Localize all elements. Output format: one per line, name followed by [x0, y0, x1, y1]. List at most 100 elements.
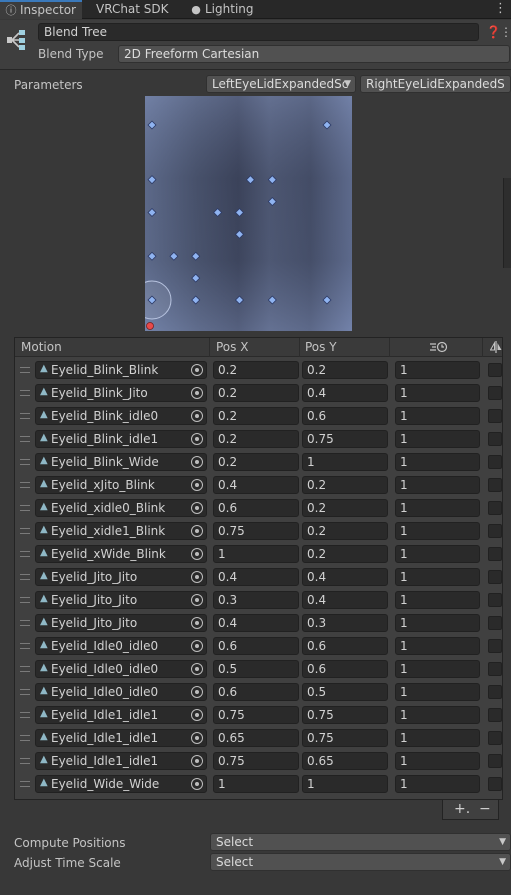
motion-field[interactable]: ▲ Eyelid_xJito_Blink	[35, 476, 207, 494]
object-picker-icon[interactable]	[191, 364, 203, 376]
drag-handle-icon[interactable]	[20, 482, 30, 488]
object-picker-icon[interactable]	[191, 778, 203, 790]
pos-x-field[interactable]: 0.4	[213, 614, 299, 632]
object-picker-icon[interactable]	[191, 663, 203, 675]
current-parameter-marker[interactable]	[146, 322, 154, 330]
pos-y-field[interactable]: 0.4	[302, 568, 388, 586]
time-scale-field[interactable]: 1	[395, 522, 480, 540]
object-picker-icon[interactable]	[191, 525, 203, 537]
pos-y-field[interactable]: 0.2	[302, 361, 388, 379]
remove-button[interactable]: −	[479, 800, 491, 818]
motion-field[interactable]: ▲ Eyelid_Wide_Wide	[35, 775, 207, 793]
object-picker-icon[interactable]	[191, 410, 203, 422]
object-picker-icon[interactable]	[191, 709, 203, 721]
object-picker-icon[interactable]	[191, 456, 203, 468]
object-picker-icon[interactable]	[191, 640, 203, 652]
motion-field[interactable]: ▲ Eyelid_Idle1_idle1	[35, 706, 207, 724]
pos-x-field[interactable]: 0.6	[213, 637, 299, 655]
blend-graph[interactable]	[145, 96, 352, 331]
drag-handle-icon[interactable]	[20, 459, 30, 465]
tab-vrchat-sdk[interactable]: VRChat SDK	[90, 0, 180, 19]
motion-field[interactable]: ▲ Eyelid_Blink_idle1	[35, 430, 207, 448]
motion-field[interactable]: ▲ Eyelid_Blink_idle0	[35, 407, 207, 425]
object-picker-icon[interactable]	[191, 732, 203, 744]
pos-y-field[interactable]: 1	[302, 775, 388, 793]
blend-type-dropdown[interactable]: 2D Freeform Cartesian	[118, 45, 510, 63]
mirror-checkbox[interactable]	[488, 363, 502, 377]
motion-field[interactable]: ▲ Eyelid_Jito_Jito	[35, 568, 207, 586]
object-picker-icon[interactable]	[191, 617, 203, 629]
mirror-checkbox[interactable]	[488, 639, 502, 653]
pos-y-field[interactable]: 0.75	[302, 430, 388, 448]
mirror-checkbox[interactable]	[488, 570, 502, 584]
drag-handle-icon[interactable]	[20, 436, 30, 442]
mirror-checkbox[interactable]	[488, 455, 502, 469]
motion-field[interactable]: ▲ Eyelid_Idle1_idle1	[35, 729, 207, 747]
motion-field[interactable]: ▲ Eyelid_Idle0_idle0	[35, 637, 207, 655]
time-scale-field[interactable]: 1	[395, 361, 480, 379]
pos-y-field[interactable]: 0.6	[302, 407, 388, 425]
drag-handle-icon[interactable]	[20, 367, 30, 373]
time-scale-field[interactable]: 1	[395, 568, 480, 586]
help-icon[interactable]: ❓	[486, 24, 501, 40]
pos-y-field[interactable]: 0.5	[302, 683, 388, 701]
pos-x-field[interactable]: 0.6	[213, 683, 299, 701]
motion-field[interactable]: ▲ Eyelid_Blink_Jito	[35, 384, 207, 402]
pos-x-field[interactable]: 0.65	[213, 729, 299, 747]
time-scale-field[interactable]: 1	[395, 729, 480, 747]
mirror-checkbox[interactable]	[488, 777, 502, 791]
motion-field[interactable]: ▲ Eyelid_Idle0_idle0	[35, 660, 207, 678]
motion-field[interactable]: ▲ Eyelid_xidle0_Blink	[35, 499, 207, 517]
add-button[interactable]: +.	[454, 800, 470, 818]
motion-field[interactable]: ▲ Eyelid_Idle1_idle1	[35, 752, 207, 770]
drag-handle-icon[interactable]	[20, 390, 30, 396]
object-picker-icon[interactable]	[191, 502, 203, 514]
motion-field[interactable]: ▲ Eyelid_Blink_Blink	[35, 361, 207, 379]
pos-x-field[interactable]: 1	[213, 545, 299, 563]
pos-x-field[interactable]: 0.2	[213, 384, 299, 402]
motion-field[interactable]: ▲ Eyelid_xWide_Blink	[35, 545, 207, 563]
pos-y-field[interactable]: 0.2	[302, 499, 388, 517]
pos-x-field[interactable]: 0.75	[213, 752, 299, 770]
adjust-time-scale-dropdown[interactable]: Select ▼	[210, 853, 511, 871]
y-parameter-dropdown[interactable]: RightEyeLidExpandedS	[360, 75, 511, 93]
mirror-checkbox[interactable]	[488, 432, 502, 446]
more-icon[interactable]: ⋮	[500, 24, 511, 40]
mirror-checkbox[interactable]	[488, 593, 502, 607]
time-scale-field[interactable]: 1	[395, 660, 480, 678]
mirror-checkbox[interactable]	[488, 386, 502, 400]
pos-y-field[interactable]: 0.6	[302, 637, 388, 655]
compute-positions-dropdown[interactable]: Select ▼	[210, 833, 511, 851]
pos-y-field[interactable]: 0.6	[302, 660, 388, 678]
drag-handle-icon[interactable]	[20, 528, 30, 534]
pos-x-field[interactable]: 0.2	[213, 361, 299, 379]
pos-y-field[interactable]: 0.4	[302, 384, 388, 402]
time-scale-field[interactable]: 1	[395, 476, 480, 494]
x-parameter-dropdown[interactable]: LeftEyeLidExpandedSc ▼	[206, 75, 356, 93]
more-options-icon[interactable]: ⋮	[494, 0, 507, 18]
time-scale-field[interactable]: 1	[395, 775, 480, 793]
pos-x-field[interactable]: 0.6	[213, 499, 299, 517]
mirror-checkbox[interactable]	[488, 731, 502, 745]
mirror-checkbox[interactable]	[488, 708, 502, 722]
object-picker-icon[interactable]	[191, 548, 203, 560]
time-scale-field[interactable]: 1	[395, 384, 480, 402]
time-scale-field[interactable]: 1	[395, 430, 480, 448]
mirror-checkbox[interactable]	[488, 754, 502, 768]
mirror-checkbox[interactable]	[488, 501, 502, 515]
pos-x-field[interactable]: 0.4	[213, 476, 299, 494]
pos-y-field[interactable]: 0.2	[302, 476, 388, 494]
pos-x-field[interactable]: 0.3	[213, 591, 299, 609]
motion-field[interactable]: ▲ Eyelid_Idle0_idle0	[35, 683, 207, 701]
pos-x-field[interactable]: 0.75	[213, 706, 299, 724]
object-picker-icon[interactable]	[191, 686, 203, 698]
object-picker-icon[interactable]	[191, 755, 203, 767]
motion-field[interactable]: ▲ Eyelid_xidle1_Blink	[35, 522, 207, 540]
object-picker-icon[interactable]	[191, 387, 203, 399]
pos-x-field[interactable]: 0.4	[213, 568, 299, 586]
tab-lighting[interactable]: ● Lighting	[184, 0, 264, 19]
mirror-checkbox[interactable]	[488, 409, 502, 423]
drag-handle-icon[interactable]	[20, 781, 30, 787]
blend-tree-name-field[interactable]: Blend Tree	[38, 23, 479, 41]
time-scale-field[interactable]: 1	[395, 752, 480, 770]
